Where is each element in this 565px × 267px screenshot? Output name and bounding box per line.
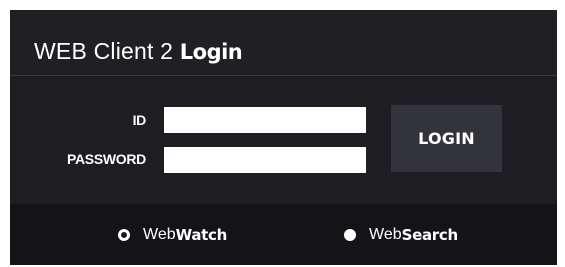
title-bold: Login: [179, 40, 243, 64]
mode-webwatch-option[interactable]: Web Watch: [118, 226, 227, 244]
page-title: WEB Client 2 Login: [34, 38, 243, 65]
mode-selector: Web Watch Web Search: [10, 204, 557, 265]
mode-webwatch-bold: Watch: [175, 226, 228, 244]
login-button[interactable]: LOGIN: [391, 105, 502, 172]
id-label: ID: [132, 112, 147, 128]
title-prefix: WEB Client 2: [34, 38, 180, 64]
mode-webwatch-prefix: Web: [143, 226, 176, 243]
mode-websearch-prefix: Web: [369, 226, 402, 243]
password-field[interactable]: [164, 147, 366, 173]
login-panel: WEB Client 2 Login ID PASSWORD LOGIN Web…: [10, 10, 557, 265]
mode-websearch-option[interactable]: Web Search: [344, 226, 458, 244]
radio-selected-icon[interactable]: [118, 229, 130, 241]
radio-unselected-icon[interactable]: [344, 229, 356, 241]
password-label: PASSWORD: [66, 151, 146, 167]
login-form: ID PASSWORD LOGIN: [10, 76, 557, 204]
mode-websearch-bold: Search: [401, 226, 459, 244]
login-header: WEB Client 2 Login: [10, 10, 557, 76]
id-field[interactable]: [164, 107, 366, 133]
